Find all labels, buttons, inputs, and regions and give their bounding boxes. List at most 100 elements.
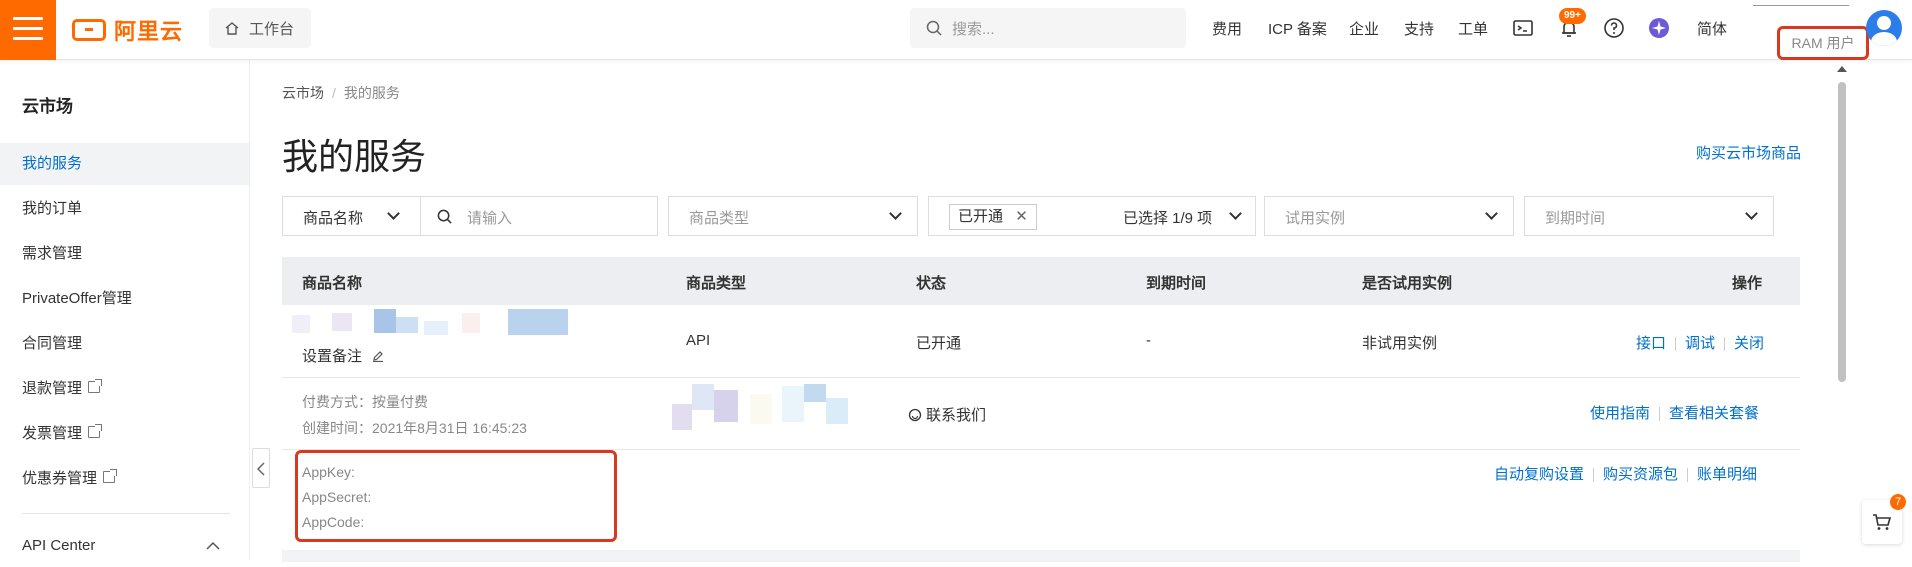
row-status: 已开通 bbox=[916, 335, 962, 352]
page-title: 我的服务 bbox=[282, 136, 427, 177]
external-link-icon bbox=[103, 469, 118, 483]
logo-text: 阿里云 bbox=[114, 19, 184, 44]
scroll-up-arrow[interactable] bbox=[1837, 66, 1847, 72]
help-icon[interactable] bbox=[1603, 17, 1625, 39]
menu-icon[interactable] bbox=[0, 0, 56, 60]
scroll-thumb[interactable] bbox=[1838, 82, 1846, 382]
breadcrumb: 云市场 / 我的服务 bbox=[282, 85, 400, 101]
billing-details-link[interactable]: 账单明细 bbox=[1697, 466, 1757, 483]
nav-icp[interactable]: ICP 备案 bbox=[1268, 18, 1327, 39]
keys-actions: 自动复购设置 购买资源包 账单明细 bbox=[1494, 463, 1757, 484]
cart-icon bbox=[1873, 514, 1892, 530]
status-selected-count: 已选择 1/9 项 bbox=[1123, 210, 1213, 227]
status-select[interactable]: 已开通 ✕ 已选择 1/9 项 bbox=[928, 196, 1256, 236]
breadcrumb-marketplace[interactable]: 云市场 bbox=[282, 85, 324, 101]
auto-renew-link[interactable]: 自动复购设置 bbox=[1494, 466, 1584, 483]
home-icon bbox=[225, 21, 239, 35]
sidebar-collapse-button[interactable] bbox=[252, 448, 270, 488]
ram-user-label[interactable]: RAM 用户 bbox=[1777, 26, 1869, 60]
workbench-button[interactable]: 工作台 bbox=[209, 8, 311, 48]
trial-instance-select[interactable]: 试用实例 bbox=[1264, 196, 1514, 236]
pay-method: 付费方式：按量付费 bbox=[302, 394, 428, 410]
edit-icon bbox=[373, 351, 384, 363]
chevron-down-icon bbox=[889, 207, 902, 220]
account-name-line bbox=[1753, 5, 1849, 6]
aliyun-logo-mark bbox=[72, 19, 106, 41]
redacted-image bbox=[672, 384, 872, 436]
product-type-select[interactable]: 商品类型 bbox=[668, 196, 918, 236]
th-expire-time: 到期时间 bbox=[1146, 275, 1207, 292]
sidebar-item-contracts[interactable]: 合同管理 bbox=[0, 323, 249, 365]
sidebar-divider bbox=[22, 513, 230, 514]
related-packages-link[interactable]: 查看相关套餐 bbox=[1669, 405, 1759, 422]
external-link-icon bbox=[88, 379, 103, 393]
buy-resource-pack-link[interactable]: 购买资源包 bbox=[1603, 466, 1678, 483]
api-link[interactable]: 接口 bbox=[1636, 335, 1666, 352]
th-product-type: 商品类型 bbox=[686, 275, 747, 292]
close-link[interactable]: 关闭 bbox=[1734, 335, 1764, 352]
global-search-input[interactable]: 搜索... bbox=[910, 8, 1186, 48]
nav-enterprise[interactable]: 企业 bbox=[1349, 18, 1379, 39]
chevron-up-icon bbox=[206, 541, 220, 550]
sidebar-item-refunds[interactable]: 退款管理 bbox=[0, 368, 249, 410]
chevron-down-icon bbox=[1229, 207, 1242, 220]
page-scrollbar[interactable] bbox=[1836, 62, 1848, 560]
set-remark-link[interactable]: 设置备注 bbox=[302, 345, 384, 366]
breadcrumb-current: 我的服务 bbox=[343, 85, 400, 101]
sidebar-item-demand[interactable]: 需求管理 bbox=[0, 233, 249, 275]
row-expire: - bbox=[1146, 332, 1151, 349]
sidebar-item-invoices[interactable]: 发票管理 bbox=[0, 413, 249, 455]
notification-badge: 99+ bbox=[1559, 8, 1586, 24]
table-header: 商品名称 商品类型 状态 到期时间 是否试用实例 操作 bbox=[282, 257, 1800, 305]
th-trial: 是否试用实例 bbox=[1362, 275, 1453, 292]
product-search-input[interactable]: 请输入 bbox=[467, 207, 512, 228]
redacted-product-name bbox=[292, 309, 582, 335]
sidebar-title: 云市场 bbox=[22, 97, 73, 116]
debug-link[interactable]: 调试 bbox=[1685, 335, 1715, 352]
detail-actions: 使用指南 查看相关套餐 bbox=[1590, 402, 1759, 423]
sidebar-item-coupons[interactable]: 优惠券管理 bbox=[0, 458, 249, 500]
search-placeholder: 搜索... bbox=[952, 20, 995, 38]
usage-guide-link[interactable]: 使用指南 bbox=[1590, 405, 1650, 422]
nav-fees[interactable]: 费用 bbox=[1212, 18, 1242, 39]
table-row: 设置备注 API 已开通 - 非试用实例 接口 调试 关闭 bbox=[282, 305, 1800, 378]
aliyun-logo[interactable]: 阿里云 bbox=[72, 14, 183, 46]
th-product-name: 商品名称 bbox=[302, 275, 363, 292]
sidebar-item-private-offer[interactable]: PrivateOffer管理 bbox=[0, 278, 249, 320]
contact-us-link[interactable]: 联系我们 bbox=[908, 404, 986, 425]
nav-ticket[interactable]: 工单 bbox=[1458, 18, 1488, 39]
workbench-label: 工作台 bbox=[249, 20, 295, 38]
sidebar-item-api-center[interactable]: API Center bbox=[0, 525, 249, 567]
ai-assistant-icon[interactable] bbox=[1648, 17, 1670, 39]
search-icon bbox=[437, 209, 452, 224]
buy-marketplace-link[interactable]: 购买云市场商品 bbox=[1696, 142, 1801, 163]
nav-support[interactable]: 支持 bbox=[1404, 18, 1434, 39]
terminal-icon[interactable] bbox=[1512, 17, 1534, 39]
table-row-detail: 付费方式：按量付费 创建时间：2021年8月31日 16:45:23 联系我们 … bbox=[282, 378, 1800, 450]
headset-icon bbox=[908, 408, 922, 422]
chevron-down-icon bbox=[387, 207, 400, 220]
sidebar-item-my-services[interactable]: 我的服务 bbox=[0, 143, 249, 185]
row-actions: 接口 调试 关闭 bbox=[1636, 332, 1764, 353]
product-name-search: 商品名称 请输入 bbox=[282, 196, 658, 236]
avatar[interactable] bbox=[1866, 10, 1902, 46]
language-switch[interactable]: 简体 bbox=[1697, 18, 1727, 39]
chevron-left-icon bbox=[257, 462, 265, 476]
row-trial: 非试用实例 bbox=[1362, 335, 1438, 352]
row-type: API bbox=[686, 332, 711, 349]
cart-button[interactable]: 7 bbox=[1862, 494, 1906, 544]
chevron-down-icon bbox=[1485, 207, 1498, 220]
th-actions: 操作 bbox=[1732, 275, 1763, 292]
expire-time-select[interactable]: 到期时间 bbox=[1524, 196, 1774, 236]
sidebar-item-my-orders[interactable]: 我的订单 bbox=[0, 188, 249, 230]
external-link-icon bbox=[88, 424, 103, 438]
created-time: 创建时间：2021年8月31日 16:45:23 bbox=[302, 420, 527, 436]
product-name-select[interactable]: 商品名称 bbox=[283, 197, 421, 235]
th-status: 状态 bbox=[916, 275, 947, 292]
top-bar: 阿里云 工作台 搜索... 费用 ICP 备案 企业 支持 工单 99+ 简体 bbox=[0, 0, 1912, 60]
close-icon[interactable]: ✕ bbox=[1015, 208, 1028, 225]
chevron-down-icon bbox=[1745, 207, 1758, 220]
keys-highlight-box bbox=[295, 450, 617, 542]
sidebar: 云市场 我的服务 我的订单 需求管理 PrivateOffer管理 合同管理 退… bbox=[0, 60, 250, 560]
table-footer-strip bbox=[282, 550, 1800, 562]
